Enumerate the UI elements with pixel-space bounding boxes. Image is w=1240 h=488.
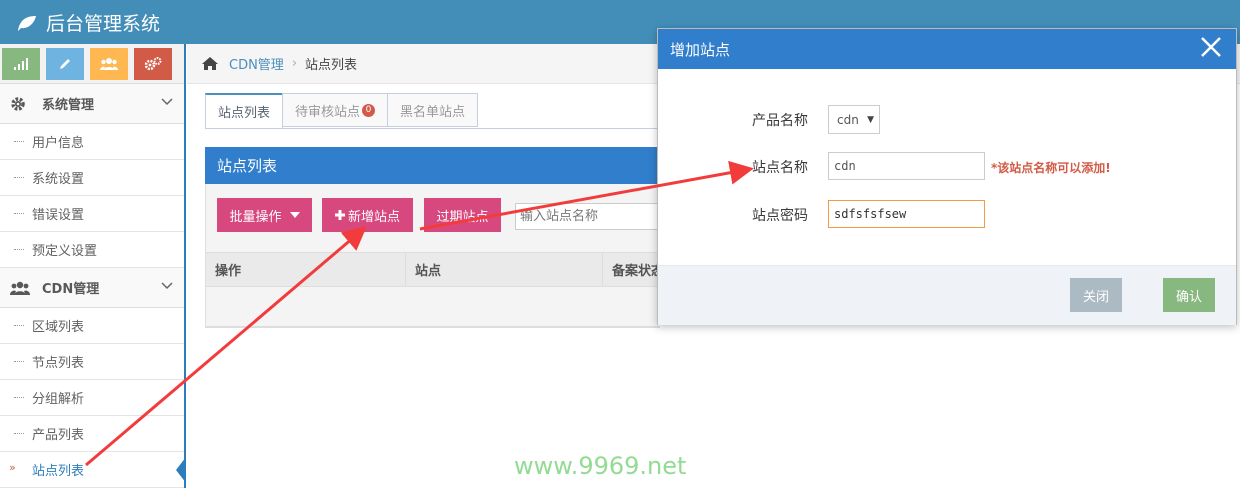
add-site-label: 新增站点: [347, 209, 400, 225]
table-body-empty: [206, 287, 660, 327]
modal-footer: 关闭 确认: [658, 265, 1236, 325]
add-site-modal: 增加站点 产品名称 cdn ▼ 站点名称 *该站点名称可以添加! 站点密码 关闭…: [657, 28, 1237, 325]
double-angle-right-icon: »: [9, 461, 16, 474]
expired-sites-button[interactable]: 过期站点: [424, 198, 501, 232]
sidebar-item-predefined-settings[interactable]: 预定义设置: [0, 232, 185, 268]
form-row-product: 产品名称 cdn ▼: [658, 105, 1236, 135]
product-label: 产品名称: [752, 113, 808, 129]
confirm-label: 确认: [1175, 289, 1202, 305]
sidebar-item-error-settings[interactable]: 错误设置: [0, 196, 185, 232]
nav-group-system[interactable]: 系统管理: [0, 84, 185, 124]
caret-down-icon: ▼: [867, 114, 874, 125]
sidebar-item-group-resolve[interactable]: 分组解析: [0, 380, 185, 416]
sidebar: 系统管理 用户信息 系统设置 错误设置 预定义设置 CDN管理 区域列表 节点列…: [0, 44, 186, 488]
users-icon: [10, 281, 30, 295]
brand[interactable]: 后台管理系统: [16, 9, 160, 36]
column-label: 站点: [415, 264, 442, 279]
site-password-input[interactable]: [828, 200, 985, 228]
sidebar-item-label: 区域列表: [32, 320, 85, 335]
users-icon: [100, 57, 118, 70]
shortcut-users-button[interactable]: [90, 47, 128, 80]
site-password-label: 站点密码: [752, 208, 808, 224]
chevron-down-icon: [161, 98, 173, 106]
breadcrumb-current: 站点列表: [305, 58, 358, 73]
modal-close-button[interactable]: [1198, 35, 1224, 61]
pencil-icon: [60, 58, 70, 69]
batch-operation-button[interactable]: 批量操作: [217, 198, 312, 232]
sidebar-item-label: 节点列表: [32, 356, 85, 371]
cogs-icon: [144, 56, 162, 70]
sidebar-item-region-list[interactable]: 区域列表: [0, 308, 185, 344]
column-label: 操作: [215, 264, 242, 279]
site-name-input[interactable]: [828, 152, 985, 180]
tab-label: 站点列表: [218, 106, 271, 121]
close-icon: [1201, 37, 1221, 57]
column-header-filing-status[interactable]: 备案状态: [603, 253, 660, 286]
column-header-site[interactable]: 站点: [406, 253, 603, 286]
shortcut-signal-button[interactable]: [2, 47, 40, 80]
tab-site-list[interactable]: 站点列表: [205, 93, 284, 129]
sidebar-item-product-list[interactable]: 产品列表: [0, 416, 185, 452]
modal-title: 增加站点: [670, 40, 731, 59]
sidebar-item-label: 站点列表: [32, 464, 85, 479]
table-header: 操作 站点 备案状态: [206, 252, 660, 287]
tabs: 站点列表 待审核站点 0 黑名单站点: [205, 93, 479, 129]
shortcut-cogs-button[interactable]: [134, 47, 172, 80]
product-select[interactable]: cdn ▼: [828, 105, 880, 134]
plus-icon: [334, 210, 345, 220]
sidebar-divider: [184, 44, 186, 488]
chevron-down-icon: [161, 282, 173, 290]
tab-underline: [205, 128, 660, 129]
tab-label: 待审核站点: [295, 104, 361, 120]
close-button[interactable]: 关闭: [1070, 278, 1122, 312]
tab-blacklist-sites[interactable]: 黑名单站点: [387, 93, 479, 127]
watermark-text: www.9969.net: [514, 452, 687, 480]
sidebar-item-system-settings[interactable]: 系统设置: [0, 160, 185, 196]
sidebar-item-label: 产品列表: [32, 428, 85, 443]
app-title: 后台管理系统: [46, 13, 161, 35]
sidebar-item-label: 错误设置: [32, 208, 85, 223]
nav-group-label: 系统管理: [42, 98, 95, 113]
home-icon[interactable]: [201, 56, 219, 71]
column-label: 备案状态: [612, 264, 660, 279]
tab-pending-sites[interactable]: 待审核站点 0: [282, 93, 389, 127]
breadcrumb-separator-icon: ›: [291, 56, 298, 71]
leaf-icon: [18, 15, 36, 31]
sidebar-item-label: 用户信息: [32, 136, 85, 151]
column-header-action[interactable]: 操作: [206, 253, 406, 286]
batch-operation-label: 批量操作: [229, 209, 282, 225]
close-label: 关闭: [1082, 289, 1109, 305]
site-name-label: 站点名称: [752, 160, 808, 176]
caret-down-icon: [289, 212, 300, 218]
product-select-value: cdn: [837, 112, 859, 127]
panel-header: 站点列表: [205, 147, 660, 184]
sidebar-item-label: 分组解析: [32, 392, 85, 407]
form-row-site-name: 站点名称 *该站点名称可以添加!: [658, 152, 1236, 182]
site-name-hint: *该站点名称可以添加!: [991, 160, 1111, 175]
sidebar-shortcuts: [0, 44, 185, 84]
shortcut-pencil-button[interactable]: [46, 47, 84, 80]
gear-icon: [11, 96, 25, 111]
add-site-button[interactable]: 新增站点: [322, 198, 413, 232]
sidebar-item-label: 系统设置: [32, 172, 85, 187]
breadcrumb-section-link[interactable]: CDN管理: [229, 54, 284, 73]
sidebar-item-site-list[interactable]: » 站点列表: [0, 452, 186, 488]
nav-group-cdn[interactable]: CDN管理: [0, 268, 185, 308]
sidebar-item-label: 预定义设置: [32, 244, 98, 259]
pending-count-badge: 0: [362, 103, 376, 117]
form-row-site-password: 站点密码: [658, 200, 1236, 230]
nav-group-label: CDN管理: [42, 282, 100, 297]
signal-icon: [14, 57, 28, 70]
modal-header: 增加站点: [658, 29, 1236, 69]
expired-sites-label: 过期站点: [436, 209, 489, 225]
tab-label: 黑名单站点: [400, 104, 466, 120]
confirm-button[interactable]: 确认: [1163, 278, 1215, 312]
panel-title: 站点列表: [217, 157, 278, 175]
sidebar-item-node-list[interactable]: 节点列表: [0, 344, 185, 380]
sidebar-item-user-info[interactable]: 用户信息: [0, 124, 185, 160]
search-input[interactable]: [515, 203, 660, 230]
